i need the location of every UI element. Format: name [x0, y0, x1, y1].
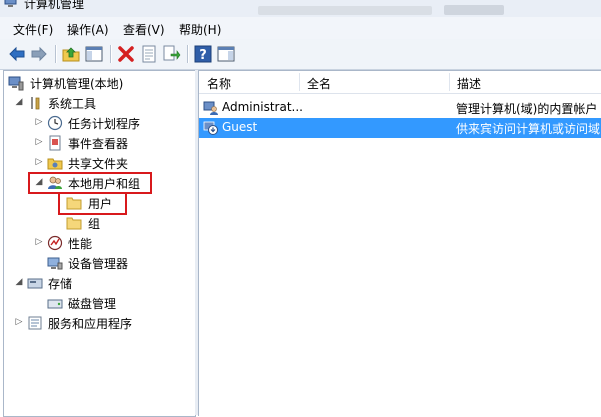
export-list-icon[interactable] — [161, 44, 181, 64]
blurred-region — [258, 6, 432, 15]
collapsed-arrow-icon[interactable]: ▷ — [14, 317, 24, 327]
column-header-description[interactable]: 描述 — [457, 75, 481, 92]
tree-label: 计算机管理(本地) — [30, 77, 124, 91]
folder-icon — [66, 217, 82, 230]
toolbar: ? — [0, 39, 601, 70]
forward-icon[interactable] — [29, 44, 49, 64]
tree-item-disk-management[interactable]: 磁盘管理 — [4, 293, 193, 313]
tree-item-groups[interactable]: 组 — [4, 213, 193, 233]
list-row[interactable]: Administrat... 管理计算机(域)的内置帐户 — [199, 98, 601, 118]
list-row-selected[interactable]: Guest 供来宾访问计算机或访问域 — [199, 118, 601, 138]
back-icon[interactable] — [7, 44, 27, 64]
menu-bar: 文件(F) 操作(A) 查看(V) 帮助(H) — [0, 17, 601, 39]
menu-view[interactable]: 查看(V) — [123, 21, 165, 38]
user-name: Guest — [222, 120, 258, 134]
title-bar: 计算机管理 — [0, 0, 601, 17]
properties-icon[interactable] — [139, 44, 159, 64]
delete-icon[interactable] — [116, 44, 136, 64]
tree-item-root[interactable]: 计算机管理(本地) — [4, 73, 193, 93]
tree-label: 共享文件夹 — [68, 157, 129, 171]
show-hide-action-pane-icon[interactable] — [216, 44, 236, 64]
user-description: 供来宾访问计算机或访问域 — [456, 122, 601, 136]
tree-label: 系统工具 — [48, 97, 97, 111]
tree-item-shared-folders[interactable]: ▷ 共享文件夹 — [4, 153, 193, 173]
services-icon — [28, 316, 42, 330]
window-title: 计算机管理 — [24, 0, 85, 11]
computer-management-icon — [4, 0, 17, 7]
disk-management-icon — [47, 299, 63, 309]
tree-item-services-apps[interactable]: ▷ 服务和应用程序 — [4, 313, 193, 333]
blurred-region — [444, 5, 504, 15]
tree-item-system-tools[interactable]: ◢ 系统工具 — [4, 93, 193, 113]
tree-label: 存储 — [48, 277, 73, 291]
svg-text:?: ? — [199, 48, 207, 63]
tree-label: 任务计划程序 — [68, 117, 141, 131]
help-icon[interactable]: ? — [193, 44, 213, 64]
performance-icon — [47, 235, 63, 251]
column-header-name[interactable]: 名称 — [207, 75, 231, 92]
user-name: Administrat... — [222, 100, 303, 114]
tools-icon — [31, 97, 40, 110]
tree-label: 服务和应用程序 — [48, 317, 133, 331]
event-log-icon — [49, 135, 61, 151]
device-manager-icon — [47, 257, 63, 270]
column-header-fullname[interactable]: 全名 — [307, 75, 331, 92]
tree-item-task-scheduler[interactable]: ▷ 任务计划程序 — [4, 113, 193, 133]
collapsed-arrow-icon[interactable]: ▷ — [34, 157, 44, 167]
collapsed-arrow-icon[interactable]: ▷ — [34, 117, 44, 127]
storage-icon — [27, 278, 43, 289]
tree-label: 设备管理器 — [68, 257, 129, 271]
tree-item-storage[interactable]: ◢ 存储 — [4, 273, 193, 293]
expanded-arrow-icon[interactable]: ◢ — [14, 97, 24, 107]
console-tree: 计算机管理(本地) ◢ 系统工具 ▷ 任务计划程序 ▷ 事件查看器 ▷ 共享文件… — [3, 70, 196, 417]
expanded-arrow-icon[interactable]: ◢ — [14, 277, 24, 287]
clock-icon — [47, 115, 63, 131]
disabled-user-icon — [203, 121, 218, 135]
collapsed-arrow-icon[interactable]: ▷ — [34, 237, 44, 247]
menu-file[interactable]: 文件(F) — [13, 21, 53, 38]
tree-label: 磁盘管理 — [68, 297, 117, 311]
computer-management-icon — [8, 76, 24, 91]
tree-item-device-manager[interactable]: 设备管理器 — [4, 253, 193, 273]
column-header-bar: 名称 全名 描述 — [199, 71, 601, 94]
up-folder-icon[interactable] — [61, 44, 81, 64]
menu-action[interactable]: 操作(A) — [67, 21, 109, 38]
collapsed-arrow-icon[interactable]: ▷ — [34, 137, 44, 147]
user-description: 管理计算机(域)的内置帐户 — [456, 102, 598, 116]
show-hide-tree-icon[interactable] — [84, 44, 104, 64]
shared-folder-icon — [47, 158, 63, 170]
tree-item-performance[interactable]: ▷ 性能 — [4, 233, 193, 253]
highlight-box — [28, 172, 152, 194]
details-list: 名称 全名 描述 Administrat... 管理计算机(域)的内置帐户 Gu… — [198, 70, 601, 416]
highlight-box — [58, 192, 127, 215]
tree-label: 组 — [88, 217, 101, 231]
tree-label: 性能 — [68, 237, 93, 251]
user-icon — [203, 101, 218, 115]
tree-label: 事件查看器 — [68, 137, 129, 151]
menu-help[interactable]: 帮助(H) — [179, 21, 221, 38]
tree-item-event-viewer[interactable]: ▷ 事件查看器 — [4, 133, 193, 153]
